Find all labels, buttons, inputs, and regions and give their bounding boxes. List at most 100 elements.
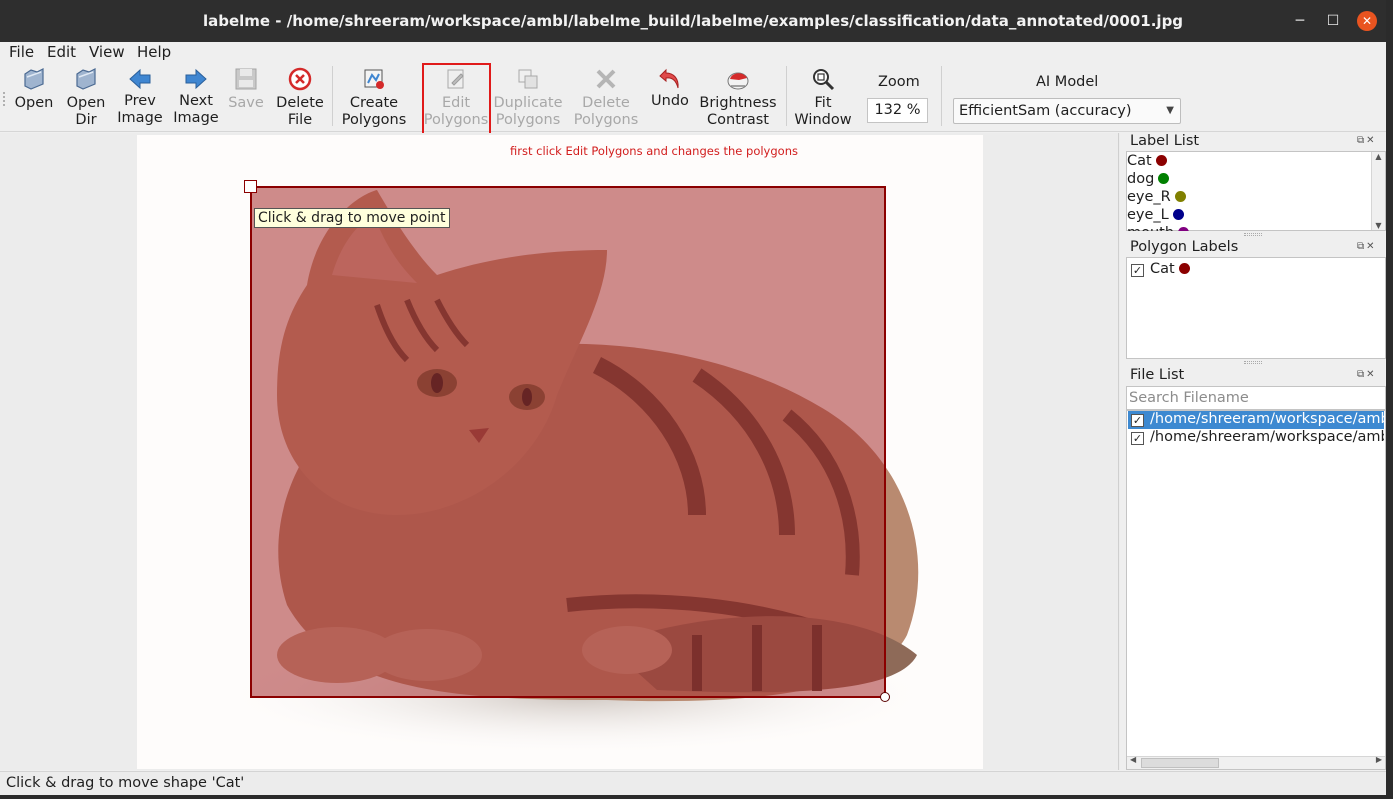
fit-window-button[interactable]: Fit Window: [794, 62, 852, 128]
status-message: Click & drag to move shape 'Cat': [6, 775, 245, 791]
ai-model-value: EfficientSam (accuracy): [959, 103, 1132, 119]
label-list-item[interactable]: dog: [1127, 171, 1170, 187]
label-list-item[interactable]: eye_L: [1127, 207, 1184, 223]
title-bar: labelme - /home/shreeram/workspace/ambl/…: [0, 0, 1386, 42]
file-checkbox[interactable]: ✓: [1131, 432, 1144, 445]
toolbar-separator: [941, 66, 942, 126]
ai-model-select[interactable]: EfficientSam (accuracy) ▼: [953, 98, 1181, 124]
polygon-vertex-handle[interactable]: [880, 692, 890, 702]
chevron-down-icon: ▼: [1166, 105, 1174, 116]
delete-polygons-button[interactable]: Delete Polygons: [574, 62, 638, 128]
label-name: eye_R: [1127, 189, 1171, 205]
dock-splitter[interactable]: [1244, 361, 1262, 364]
dock-splitter[interactable]: [1244, 233, 1262, 236]
label-color-dot: [1158, 173, 1170, 184]
label-name: mouth: [1127, 225, 1174, 231]
create-polygons-button[interactable]: Create Polygons: [342, 62, 406, 128]
menu-edit[interactable]: Edit: [47, 43, 76, 61]
label-list-item[interactable]: Cat: [1127, 153, 1167, 169]
file-checkbox[interactable]: ✓: [1131, 414, 1144, 427]
zoom-label: Zoom: [878, 74, 920, 90]
scroll-down-icon[interactable]: ▼: [1372, 221, 1385, 230]
maximize-button[interactable]: ☐: [1323, 11, 1343, 31]
zoom-fit-icon: [813, 69, 835, 91]
save-label: Save: [228, 95, 264, 111]
polygon-visibility-checkbox[interactable]: ✓: [1131, 264, 1144, 277]
search-placeholder: Search Filename: [1129, 390, 1249, 406]
label-color-dot: [1155, 155, 1167, 166]
undo-label: Undo: [651, 93, 689, 109]
search-filename-input[interactable]: Search Filename: [1126, 386, 1386, 410]
scrollbar-thumb[interactable]: [1141, 758, 1219, 768]
open-button[interactable]: Open: [14, 62, 54, 128]
edit-polygons-highlight: [422, 63, 491, 138]
duplicate-icon: [518, 69, 538, 89]
label-list-item[interactable]: mouth: [1127, 225, 1190, 231]
arrow-right-icon: [185, 68, 207, 90]
minimize-button[interactable]: ─: [1290, 11, 1310, 31]
create-label-1: Create: [349, 95, 399, 111]
menu-help[interactable]: Help: [137, 43, 171, 61]
next-label-1: Next: [179, 93, 213, 109]
file-list-hscrollbar[interactable]: ◀ ▶: [1127, 755, 1385, 769]
file-list-panel: [1126, 410, 1386, 770]
menu-view[interactable]: View: [89, 43, 125, 61]
file-path: /home/shreeram/workspace/ambl/labelme_bu…: [1150, 429, 1384, 445]
save-button[interactable]: Save: [228, 62, 264, 128]
brightness-icon: [727, 72, 749, 90]
dock-float-close-icon[interactable]: ⧉✕: [1357, 135, 1377, 146]
fit-label-2: Window: [794, 112, 852, 128]
tooltip: Click & drag to move point: [254, 208, 450, 228]
toolbar-separator: [332, 66, 333, 126]
delete-circle-icon: [288, 67, 312, 91]
polygon-vertex-handle[interactable]: [244, 180, 257, 193]
zoom-input[interactable]: 132 %: [867, 98, 928, 123]
close-button[interactable]: ✕: [1357, 11, 1377, 31]
file-path: /home/shreeram/workspace/ambl/labelme_bu…: [1150, 411, 1384, 427]
file-list-title: File List: [1130, 367, 1185, 383]
next-image-button[interactable]: Next Image: [173, 62, 219, 128]
menu-bar: File Edit View Help: [0, 42, 1386, 62]
brightness-contrast-button[interactable]: Brightness Contrast: [699, 62, 777, 128]
delete-file-button[interactable]: Delete File: [276, 62, 324, 128]
status-bar: Click & drag to move shape 'Cat': [0, 771, 1386, 795]
delete-polygons-label-2: Polygons: [573, 112, 639, 128]
dock-float-close-icon[interactable]: ⧉✕: [1357, 241, 1377, 252]
brightness-label-2: Contrast: [707, 112, 769, 128]
prev-image-button[interactable]: Prev Image: [117, 62, 163, 128]
scroll-right-icon[interactable]: ▶: [1376, 755, 1382, 764]
folder-icon: [76, 68, 96, 90]
duplicate-polygons-button[interactable]: Duplicate Polygons: [493, 62, 563, 128]
toolbar-separator: [786, 66, 787, 126]
duplicate-label-2: Polygons: [495, 112, 561, 128]
label-name: Cat: [1127, 153, 1152, 169]
open-dir-label-1: Open: [66, 95, 106, 111]
label-list-item[interactable]: eye_R: [1127, 189, 1186, 205]
menu-file[interactable]: File: [9, 43, 34, 61]
dock-float-close-icon[interactable]: ⧉✕: [1357, 369, 1377, 380]
scroll-up-icon[interactable]: ▲: [1372, 152, 1385, 161]
polygon-shape-cat[interactable]: [250, 186, 886, 698]
delete-x-icon: [596, 69, 616, 89]
arrow-left-icon: [129, 68, 151, 90]
undo-button[interactable]: Undo: [650, 62, 690, 128]
fit-label-1: Fit: [814, 95, 832, 111]
polygon-label-name: Cat: [1150, 261, 1175, 277]
create-polygon-icon: [364, 69, 384, 89]
label-color-dot: [1172, 209, 1184, 220]
labelme-window: labelme - /home/shreeram/workspace/ambl/…: [0, 0, 1386, 795]
label-list-scrollbar[interactable]: ▲ ▼: [1371, 152, 1385, 230]
floppy-icon: [235, 68, 257, 90]
polygon-label-item[interactable]: ✓ Cat: [1131, 261, 1190, 277]
window-title: labelme - /home/shreeram/workspace/ambl/…: [202, 12, 1184, 30]
duplicate-label-1: Duplicate: [493, 95, 563, 111]
label-name: eye_L: [1127, 207, 1169, 223]
open-dir-button[interactable]: Open Dir: [66, 62, 106, 128]
file-list-item[interactable]: ✓ /home/shreeram/workspace/ambl/labelme_b…: [1128, 429, 1384, 447]
create-label-2: Polygons: [341, 112, 407, 128]
folder-open-icon: [24, 68, 44, 90]
delete-file-label-1: Delete: [276, 95, 324, 111]
file-list-item[interactable]: ✓ /home/shreeram/workspace/ambl/labelme_b…: [1128, 411, 1384, 429]
label-list-title: Label List: [1130, 133, 1200, 149]
scroll-left-icon[interactable]: ◀: [1130, 755, 1136, 764]
